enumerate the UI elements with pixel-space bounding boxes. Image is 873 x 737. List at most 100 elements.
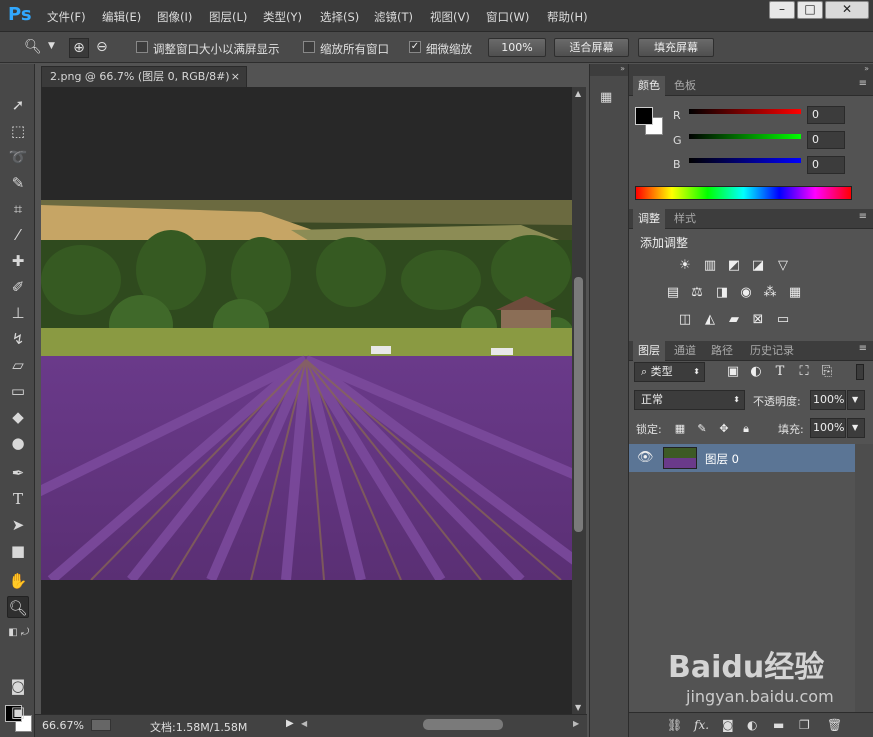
red-slider[interactable] (689, 109, 801, 114)
hue-saturation-icon[interactable]: ▤ (665, 285, 681, 301)
brush-tool-icon[interactable]: ✐ (7, 276, 29, 298)
quick-mask-icon[interactable]: ◙ (7, 675, 29, 697)
zoom-tool-icon[interactable]: 🔍︎ (7, 596, 29, 618)
layer-row[interactable]: 👁︎ 图层 0 (629, 444, 855, 472)
new-group-icon[interactable]: ▬ (773, 718, 784, 732)
tab-swatches[interactable]: 色板 (669, 76, 701, 96)
fill-screen-button[interactable]: 填充屏幕 (638, 38, 714, 57)
menu-window[interactable]: 窗口(W) (486, 9, 529, 25)
panels-collapse-icon[interactable]: » (629, 64, 873, 76)
swap-colors-icon[interactable]: ⤾ (14, 622, 36, 644)
scrubby-zoom-checkbox[interactable]: ✓ (409, 41, 421, 53)
maximize-button[interactable]: □ (797, 1, 823, 19)
menu-image[interactable]: 图像(I) (157, 9, 192, 25)
blue-value[interactable]: 0 (807, 156, 845, 174)
vertical-scroll-thumb[interactable] (574, 277, 583, 532)
fit-screen-button[interactable]: 适合屏幕 (554, 38, 629, 57)
zoom-level[interactable]: 66.67% (42, 719, 84, 732)
tab-paths[interactable]: 路径 (706, 341, 738, 361)
selective-color-icon[interactable]: ⊠ (750, 312, 766, 328)
color-balance-icon[interactable]: ⚖ (689, 285, 705, 301)
healing-brush-tool-icon[interactable]: ✚ (7, 250, 29, 272)
color-panel-menu-icon[interactable]: ≡ (859, 78, 867, 89)
opacity-field[interactable]: 100% (810, 390, 846, 410)
color-lookup-icon[interactable]: ▦ (787, 285, 803, 301)
eye-visibility-icon[interactable]: 👁︎ (637, 450, 654, 465)
lock-position-icon[interactable]: ✥ (716, 421, 732, 437)
scroll-down-icon[interactable]: ▼ (575, 703, 581, 712)
filter-type-icon[interactable]: T (772, 364, 788, 380)
curves-icon[interactable]: ◩ (726, 258, 742, 274)
posterize-icon[interactable]: ◭ (702, 312, 718, 328)
tab-color[interactable]: 颜色 (633, 76, 665, 96)
type-tool-icon[interactable]: T (7, 488, 29, 510)
dodge-tool-icon[interactable]: ● (7, 432, 29, 454)
blur-tool-icon[interactable]: ◆ (7, 406, 29, 428)
zoom-out-icon[interactable]: ⊖ (96, 39, 108, 55)
brightness-contrast-icon[interactable]: ☀ (677, 258, 693, 274)
close-button[interactable]: ✕ (825, 1, 869, 19)
fill-dropdown-icon[interactable]: ▼ (847, 418, 865, 438)
blend-mode-select[interactable]: 正常 ⬍ (634, 390, 745, 410)
tab-adjustments[interactable]: 调整 (633, 209, 665, 229)
rectangle-tool-icon[interactable]: ■ (7, 540, 29, 562)
history-brush-tool-icon[interactable]: ↯ (7, 328, 29, 350)
marquee-tool-icon[interactable]: ⬚ (7, 120, 29, 142)
exposure-icon[interactable]: ◪ (750, 258, 766, 274)
blue-slider[interactable] (689, 158, 801, 163)
vibrance-icon[interactable]: ▽ (775, 258, 791, 274)
lavender-field-photo[interactable] (41, 200, 572, 580)
green-slider[interactable] (689, 134, 801, 139)
tab-layers[interactable]: 图层 (633, 341, 665, 361)
scroll-left-icon[interactable]: ◀ (301, 719, 307, 728)
layers-panel-menu-icon[interactable]: ≡ (859, 343, 867, 354)
filter-adjustment-icon[interactable]: ◐ (748, 364, 764, 380)
lasso-tool-icon[interactable]: ➰ (7, 146, 29, 168)
move-tool-icon[interactable]: ➚ (7, 94, 29, 116)
menu-file[interactable]: 文件(F) (47, 9, 86, 25)
adjustments-panel-menu-icon[interactable]: ≡ (859, 211, 867, 222)
fill-field[interactable]: 100% (810, 418, 846, 438)
filter-pixel-icon[interactable]: ▣ (725, 364, 741, 380)
new-layer-icon[interactable]: ❐ (799, 718, 810, 732)
red-value[interactable]: 0 (807, 106, 845, 124)
crop-tool-icon[interactable]: ⌗ (7, 198, 29, 220)
close-document-icon[interactable]: × (231, 67, 240, 87)
new-adjustment-layer-icon[interactable]: ◐ (747, 718, 757, 732)
menu-edit[interactable]: 编辑(E) (102, 9, 141, 25)
zoom-tool-preset-icon[interactable]: 🔍︎ (24, 39, 42, 55)
color-foreground-swatch[interactable] (635, 107, 653, 125)
hand-tool-icon[interactable]: ✋ (7, 570, 29, 592)
quick-select-tool-icon[interactable]: ✎ (7, 172, 29, 194)
clone-stamp-tool-icon[interactable]: ⊥ (7, 302, 29, 324)
zoom-100-button[interactable]: 100% (488, 38, 546, 57)
menu-help[interactable]: 帮助(H) (547, 9, 588, 25)
layer-filter-select[interactable]: ⌕ 类型 ⬍ (634, 362, 705, 382)
lock-all-icon[interactable]: 🔒︎ (738, 421, 754, 437)
channel-mixer-icon[interactable]: ⁂ (762, 285, 778, 301)
invert-icon[interactable]: ◫ (677, 312, 693, 328)
properties-panel-icon[interactable]: ▦ (600, 90, 618, 108)
scroll-up-icon[interactable]: ▲ (575, 89, 581, 98)
chevron-down-icon[interactable]: ▼ (48, 41, 55, 51)
black-white-icon[interactable]: ◨ (714, 285, 730, 301)
scroll-right-icon[interactable]: ▶ (573, 719, 579, 728)
eraser-tool-icon[interactable]: ▱ (7, 354, 29, 376)
zoom-in-icon[interactable]: ⊕ (69, 38, 89, 58)
path-selection-tool-icon[interactable]: ➤ (7, 514, 29, 536)
eyedropper-tool-icon[interactable]: ⁄ (7, 224, 29, 246)
add-mask-icon[interactable]: ◙ (722, 718, 734, 732)
tab-styles[interactable]: 样式 (669, 209, 701, 229)
filter-shape-icon[interactable]: ⛶ (796, 364, 812, 380)
gradient-map-icon[interactable]: ▭ (775, 312, 791, 328)
layers-scrollbar[interactable] (855, 444, 873, 712)
photo-filter-icon[interactable]: ◉ (738, 285, 754, 301)
screen-mode-icon[interactable]: ▣ (7, 701, 29, 723)
menu-select[interactable]: 选择(S) (320, 9, 359, 25)
minimize-button[interactable]: – (769, 1, 795, 19)
link-layers-icon[interactable]: ⛓ (667, 718, 682, 732)
resize-windows-checkbox[interactable] (136, 41, 148, 53)
status-menu-arrow-icon[interactable]: ▶ (286, 718, 294, 729)
menu-filter[interactable]: 滤镜(T) (374, 9, 413, 25)
menu-type[interactable]: 类型(Y) (263, 9, 302, 25)
